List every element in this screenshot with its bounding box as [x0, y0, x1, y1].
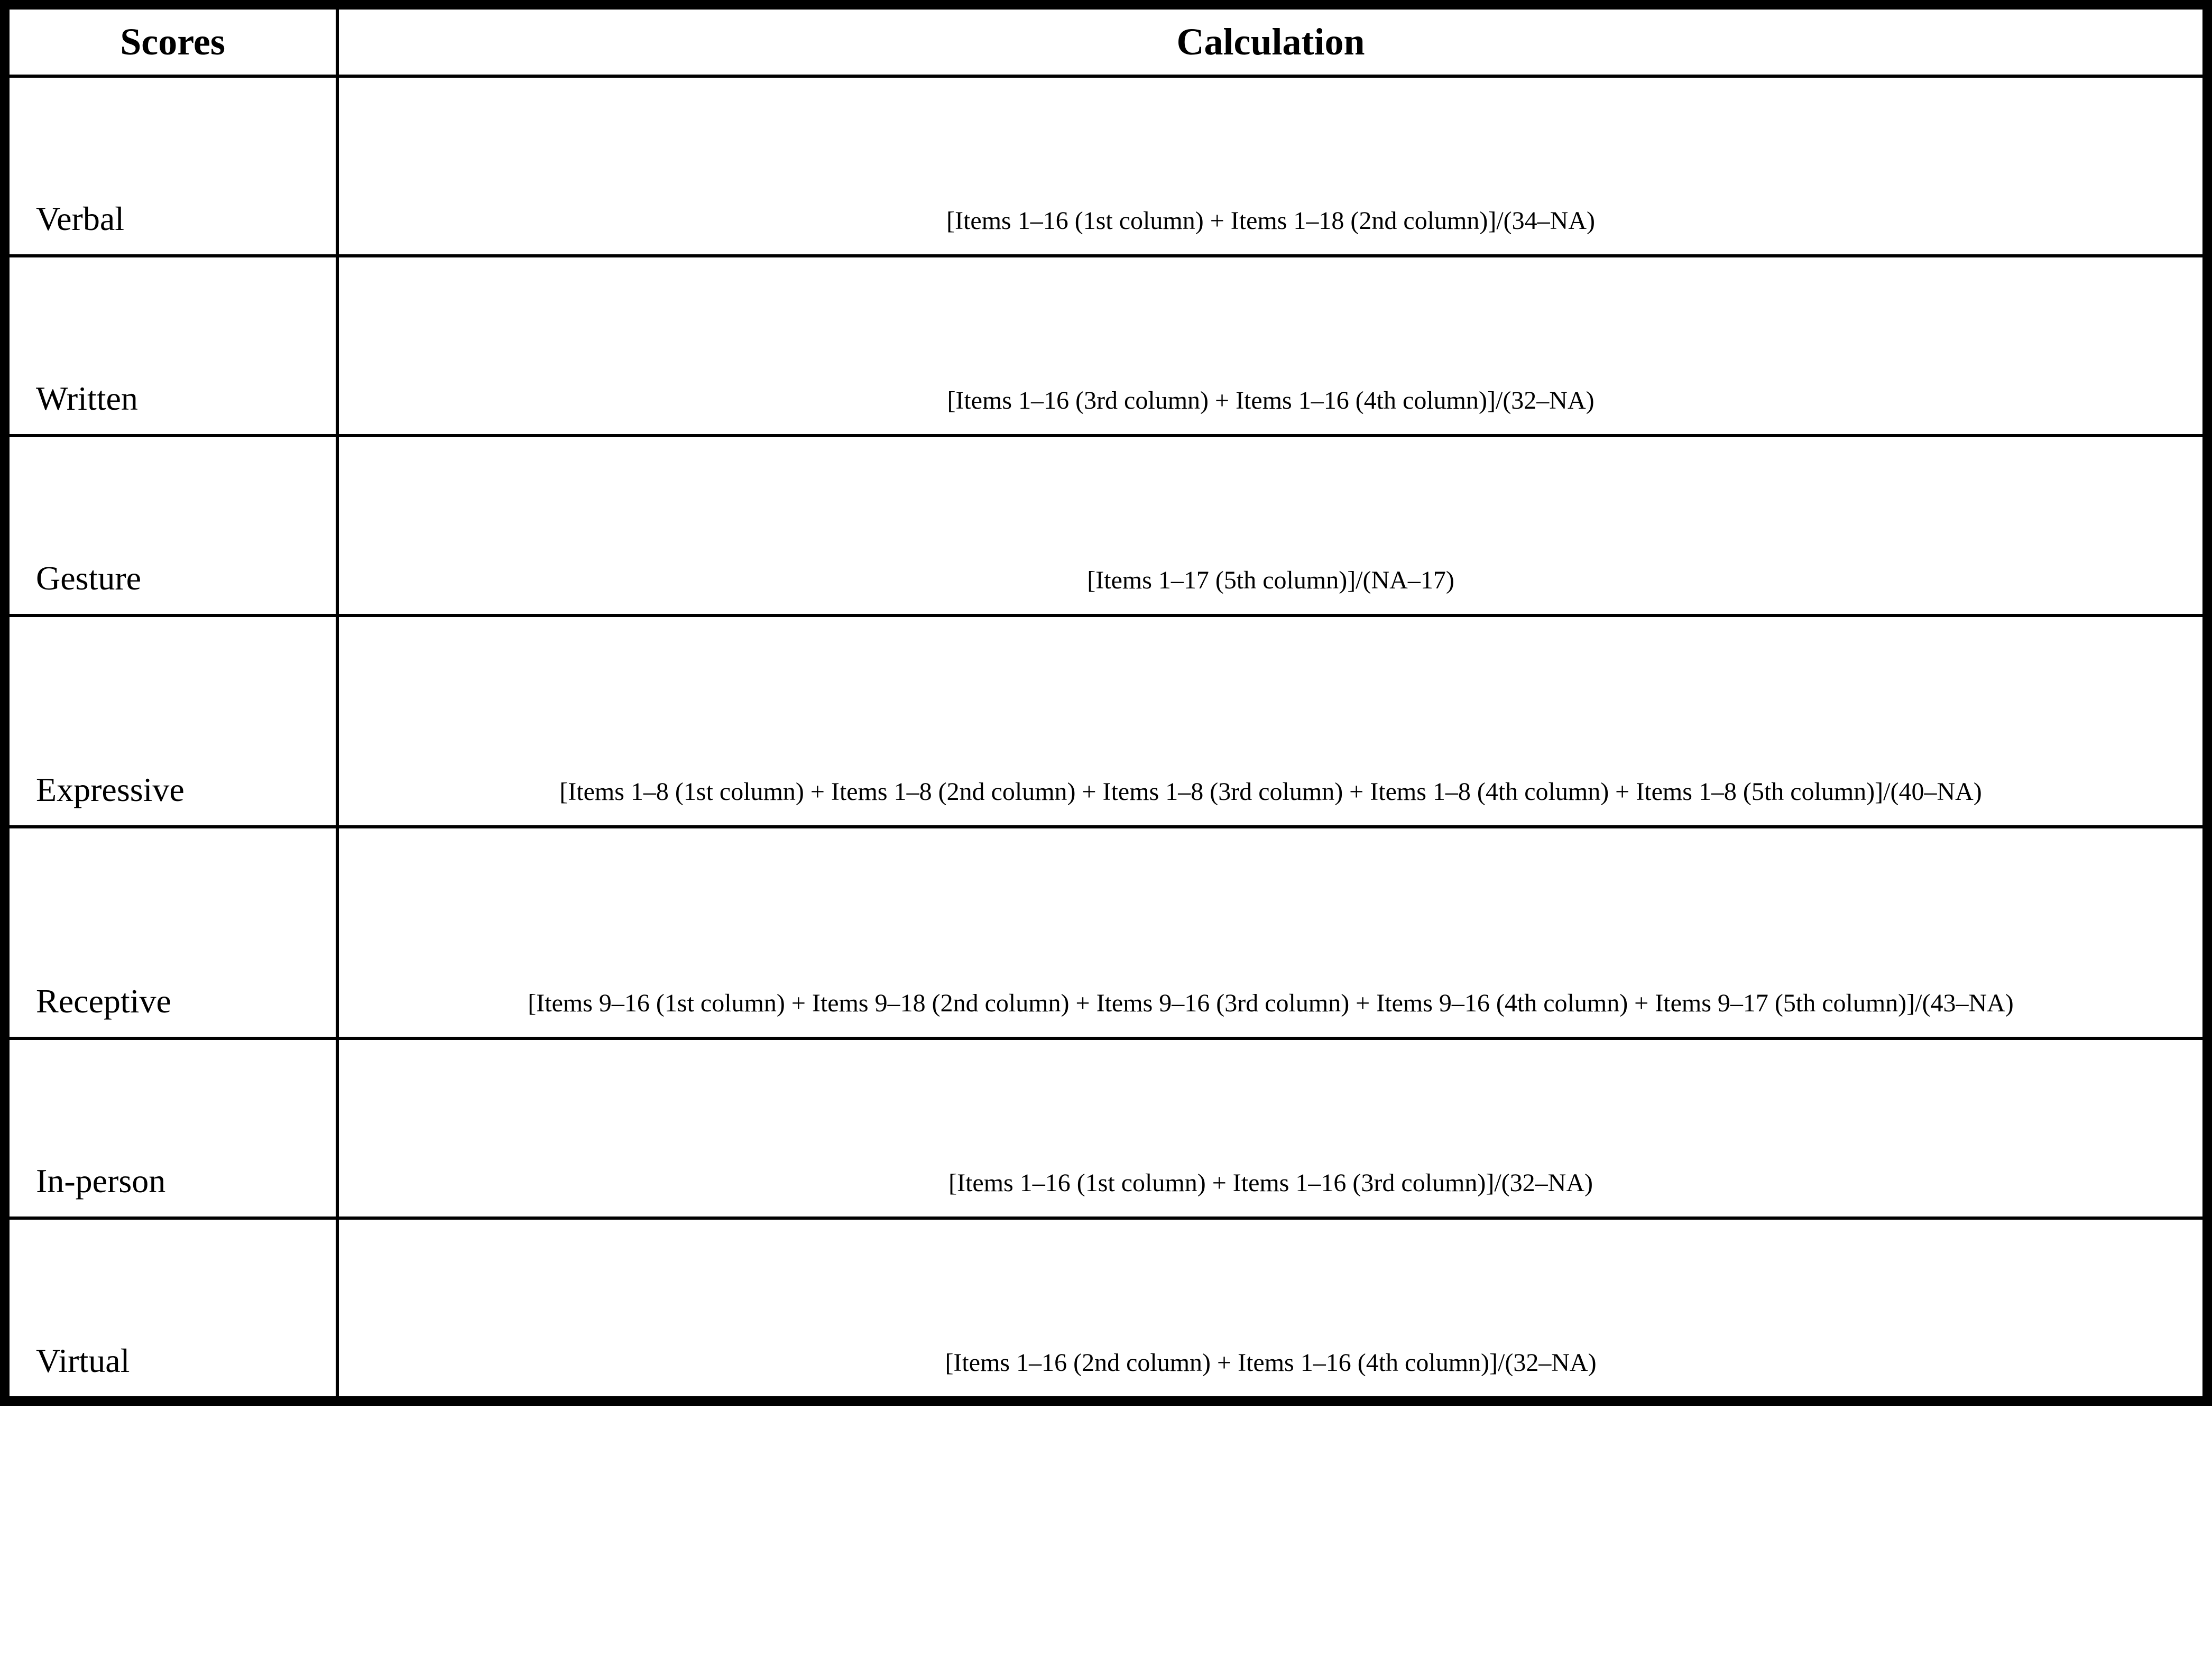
table-row: Expressive [Items 1–8 (1st column) + Ite…: [8, 615, 2204, 827]
calculation-value: [Items 1–17 (5th column)]/(NA–17): [337, 436, 2204, 615]
score-label: Receptive: [8, 827, 337, 1038]
table-header-row: Scores Calculation: [8, 8, 2204, 76]
table-row: Virtual [Items 1–16 (2nd column) + Items…: [8, 1218, 2204, 1398]
table-row: Written [Items 1–16 (3rd column) + Items…: [8, 256, 2204, 436]
table: Scores Calculation Verbal [Items 1–16 (1…: [6, 6, 2206, 1399]
table-row: Verbal [Items 1–16 (1st column) + Items …: [8, 76, 2204, 256]
calculation-value: [Items 9–16 (1st column) + Items 9–18 (2…: [337, 827, 2204, 1038]
calculation-value: [Items 1–16 (1st column) + Items 1–18 (2…: [337, 76, 2204, 256]
header-calculation: Calculation: [337, 8, 2204, 76]
table-row: Gesture [Items 1–17 (5th column)]/(NA–17…: [8, 436, 2204, 615]
score-label: Gesture: [8, 436, 337, 615]
scores-calculation-table: Scores Calculation Verbal [Items 1–16 (1…: [0, 0, 2212, 1406]
header-scores: Scores: [8, 8, 337, 76]
calculation-value: [Items 1–16 (3rd column) + Items 1–16 (4…: [337, 256, 2204, 436]
calculation-value: [Items 1–8 (1st column) + Items 1–8 (2nd…: [337, 615, 2204, 827]
calculation-value: [Items 1–16 (1st column) + Items 1–16 (3…: [337, 1038, 2204, 1218]
score-label: Expressive: [8, 615, 337, 827]
score-label: In-person: [8, 1038, 337, 1218]
calculation-value: [Items 1–16 (2nd column) + Items 1–16 (4…: [337, 1218, 2204, 1398]
score-label: Verbal: [8, 76, 337, 256]
score-label: Virtual: [8, 1218, 337, 1398]
table-row: In-person [Items 1–16 (1st column) + Ite…: [8, 1038, 2204, 1218]
score-label: Written: [8, 256, 337, 436]
table-row: Receptive [Items 9–16 (1st column) + Ite…: [8, 827, 2204, 1038]
